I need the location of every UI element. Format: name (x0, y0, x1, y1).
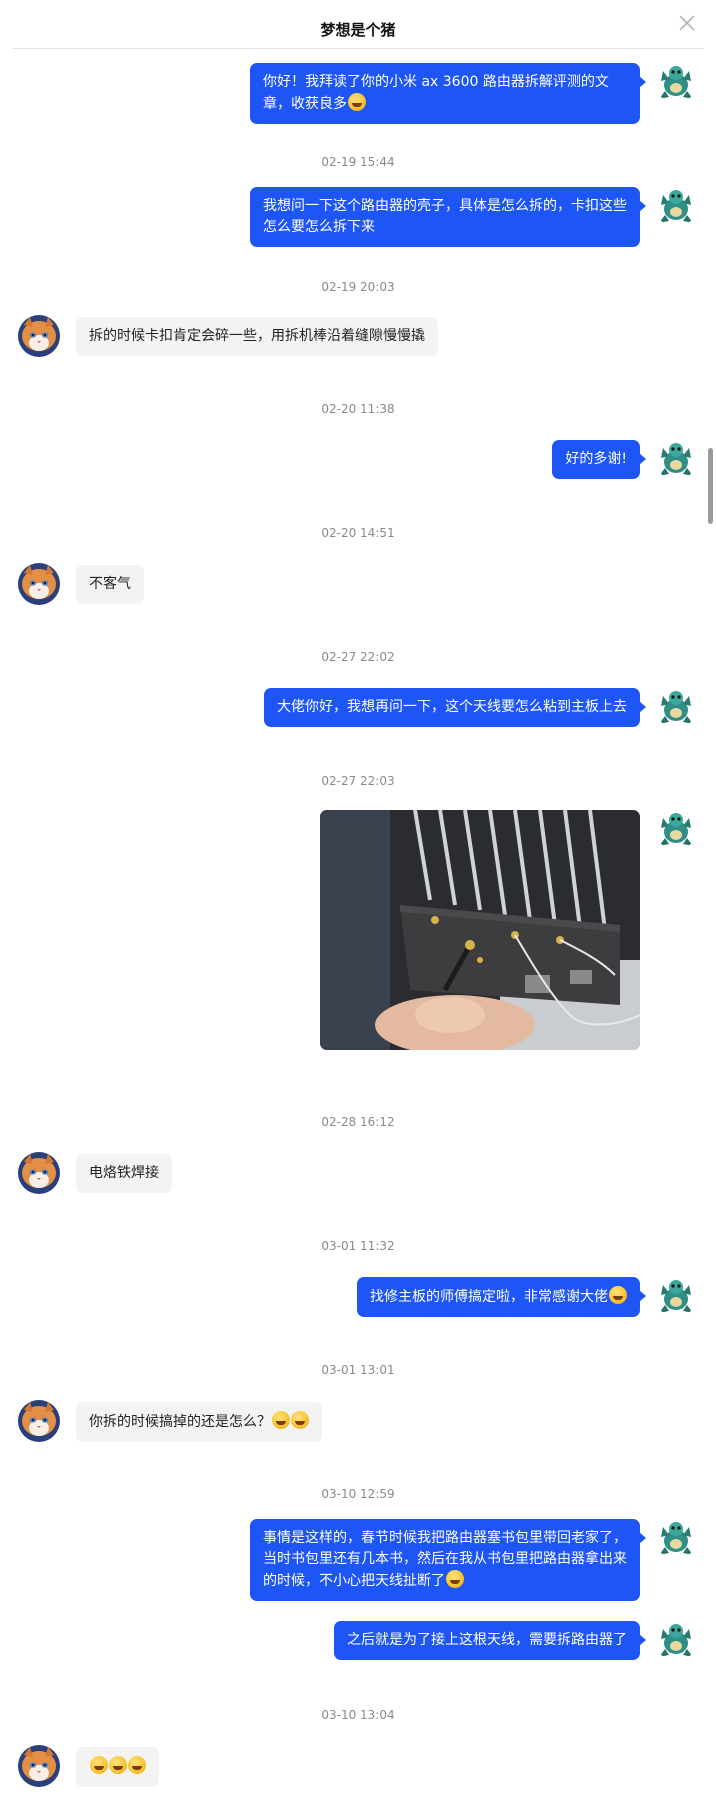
cat-avatar-art (18, 315, 60, 357)
facepalm-laugh-emoji (128, 1756, 146, 1774)
dragon-avatar-art (655, 61, 697, 103)
message-timestamp: 03-01 13:01 (321, 1363, 395, 1377)
message-timestamp: 03-01 11:32 (321, 1239, 395, 1253)
message-timestamp: 02-27 22:02 (321, 650, 395, 664)
message-bubble[interactable]: 电烙铁焊接 (76, 1154, 172, 1193)
message-text: 电烙铁焊接 (89, 1165, 159, 1181)
outgoing-message: 找修主板的师傅搞定啦，非常感谢大佬 (0, 1275, 716, 1360)
contact-avatar[interactable] (18, 1400, 60, 1442)
dragon-avatar-art (655, 686, 697, 728)
chat-title: 梦想是个猪 (320, 21, 396, 39)
contact-avatar[interactable] (18, 1152, 60, 1194)
message-bubble[interactable]: 你拆的时候搞掉的还是怎么？ (76, 1402, 322, 1442)
message-bubble[interactable]: 之后就是为了接上这根天线，需要拆路由器了 (334, 1621, 646, 1660)
cat-avatar-art (18, 1745, 60, 1787)
cat-avatar-art (18, 563, 60, 605)
message-timestamp: 03-10 13:04 (321, 1708, 395, 1722)
self-avatar[interactable] (655, 61, 697, 103)
message-timestamp: 02-27 22:03 (321, 774, 395, 788)
self-avatar[interactable] (655, 686, 697, 728)
dragon-avatar-art (655, 438, 697, 480)
close-icon[interactable] (676, 12, 698, 34)
facepalm-laugh-emoji (109, 1756, 127, 1774)
incoming-message: 电烙铁焊接 (0, 1152, 716, 1236)
incoming-message: 不客气 (0, 563, 716, 647)
message-timestamp: 02-19 15:44 (321, 155, 395, 169)
self-avatar[interactable] (655, 185, 697, 227)
message-timestamp: 03-10 12:59 (321, 1487, 395, 1501)
message-timestamp: 02-20 11:38 (321, 402, 395, 416)
self-avatar[interactable] (655, 1275, 697, 1317)
message-timestamp: 02-20 14:51 (321, 526, 395, 540)
outgoing-message: 我想问一下这个路由器的壳子，具体是怎么拆的，卡扣这些怎么要怎么拆下来 (0, 185, 716, 277)
outgoing-image-message (0, 808, 716, 1112)
message-text: 之后就是为了接上这根天线，需要拆路由器了 (347, 1632, 627, 1648)
message-text: 不客气 (89, 576, 131, 592)
dragon-avatar-art (655, 808, 697, 850)
rofl-emoji (348, 93, 366, 111)
dragon-avatar-art (655, 1619, 697, 1661)
message-bubble[interactable]: 你好！我拜读了你的小米 ax 3600 路由器拆解评测的文章，收获良多 (250, 63, 646, 124)
outgoing-message: 之后就是为了接上这根天线，需要拆路由器了 (0, 1619, 716, 1705)
message-bubble[interactable]: 好的多谢! (552, 440, 646, 479)
dragon-avatar-art (655, 185, 697, 227)
facepalm-laugh-emoji (291, 1411, 309, 1429)
chat-header: 梦想是个猪 (12, 0, 704, 49)
message-bubble[interactable]: 不客气 (76, 565, 144, 604)
message-text: 你好！我拜读了你的小米 ax 3600 路由器拆解评测的文章，收获良多 (263, 74, 609, 112)
dragon-avatar-art (655, 1275, 697, 1317)
message-bubble[interactable]: 我想问一下这个路由器的壳子，具体是怎么拆的，卡扣这些怎么要怎么拆下来 (250, 187, 646, 247)
outgoing-message: 你好！我拜读了你的小米 ax 3600 路由器拆解评测的文章，收获良多 (0, 61, 716, 152)
self-avatar[interactable] (655, 1619, 697, 1661)
outgoing-message: 好的多谢! (0, 438, 716, 523)
message-thread: 你好！我拜读了你的小米 ax 3600 路由器拆解评测的文章，收获良多 02-1… (0, 48, 716, 1805)
message-text: 事情是这样的，春节时候我把路由器塞书包里带回老家了，当时书包里还有几本书，然后在… (263, 1530, 627, 1589)
facepalm-laugh-emoji (90, 1756, 108, 1774)
message-bubble[interactable] (76, 1747, 159, 1787)
rofl-emoji (609, 1286, 627, 1304)
incoming-message: 拆的时候卡扣肯定会碎一些，用拆机棒沿着缝隙慢慢撬 (0, 315, 716, 399)
contact-avatar[interactable] (18, 563, 60, 605)
sweat-smile-emoji (446, 1570, 464, 1588)
message-text: 我想问一下这个路由器的壳子，具体是怎么拆的，卡扣这些怎么要怎么拆下来 (263, 198, 627, 235)
self-avatar[interactable] (655, 438, 697, 480)
router-board-photo[interactable] (320, 810, 640, 1050)
contact-avatar[interactable] (18, 1745, 60, 1787)
message-bubble[interactable]: 事情是这样的，春节时候我把路由器塞书包里带回老家了，当时书包里还有几本书，然后在… (250, 1519, 646, 1601)
router-board-photo-drawing (320, 810, 640, 1050)
message-bubble[interactable]: 拆的时候卡扣肯定会碎一些，用拆机棒沿着缝隙慢慢撬 (76, 317, 438, 356)
incoming-message: 你拆的时候搞掉的还是怎么？ (0, 1400, 716, 1484)
message-timestamp: 02-19 20:03 (321, 280, 395, 294)
message-text: 好的多谢! (565, 451, 627, 467)
message-timestamp: 02-28 16:12 (321, 1115, 395, 1129)
message-text: 找修主板的师傅搞定啦，非常感谢大佬 (370, 1289, 608, 1305)
self-avatar[interactable] (655, 808, 697, 850)
message-bubble[interactable]: 找修主板的师傅搞定啦，非常感谢大佬 (357, 1277, 646, 1317)
incoming-message (0, 1745, 716, 1805)
message-text: 大佬你好，我想再问一下，这个天线要怎么粘到主板上去 (277, 699, 627, 715)
dragon-avatar-art (655, 1517, 697, 1559)
self-avatar[interactable] (655, 1517, 697, 1559)
outgoing-message: 事情是这样的，春节时候我把路由器塞书包里带回老家了，当时书包里还有几本书，然后在… (0, 1517, 716, 1609)
message-text: 拆的时候卡扣肯定会碎一些，用拆机棒沿着缝隙慢慢撬 (89, 328, 425, 344)
message-text: 你拆的时候搞掉的还是怎么？ (89, 1414, 271, 1430)
cat-avatar-art (18, 1400, 60, 1442)
facepalm-laugh-emoji (272, 1411, 290, 1429)
cat-avatar-art (18, 1152, 60, 1194)
contact-avatar[interactable] (18, 315, 60, 357)
message-bubble[interactable]: 大佬你好，我想再问一下，这个天线要怎么粘到主板上去 (264, 688, 646, 727)
outgoing-message: 大佬你好，我想再问一下，这个天线要怎么粘到主板上去 (0, 686, 716, 771)
